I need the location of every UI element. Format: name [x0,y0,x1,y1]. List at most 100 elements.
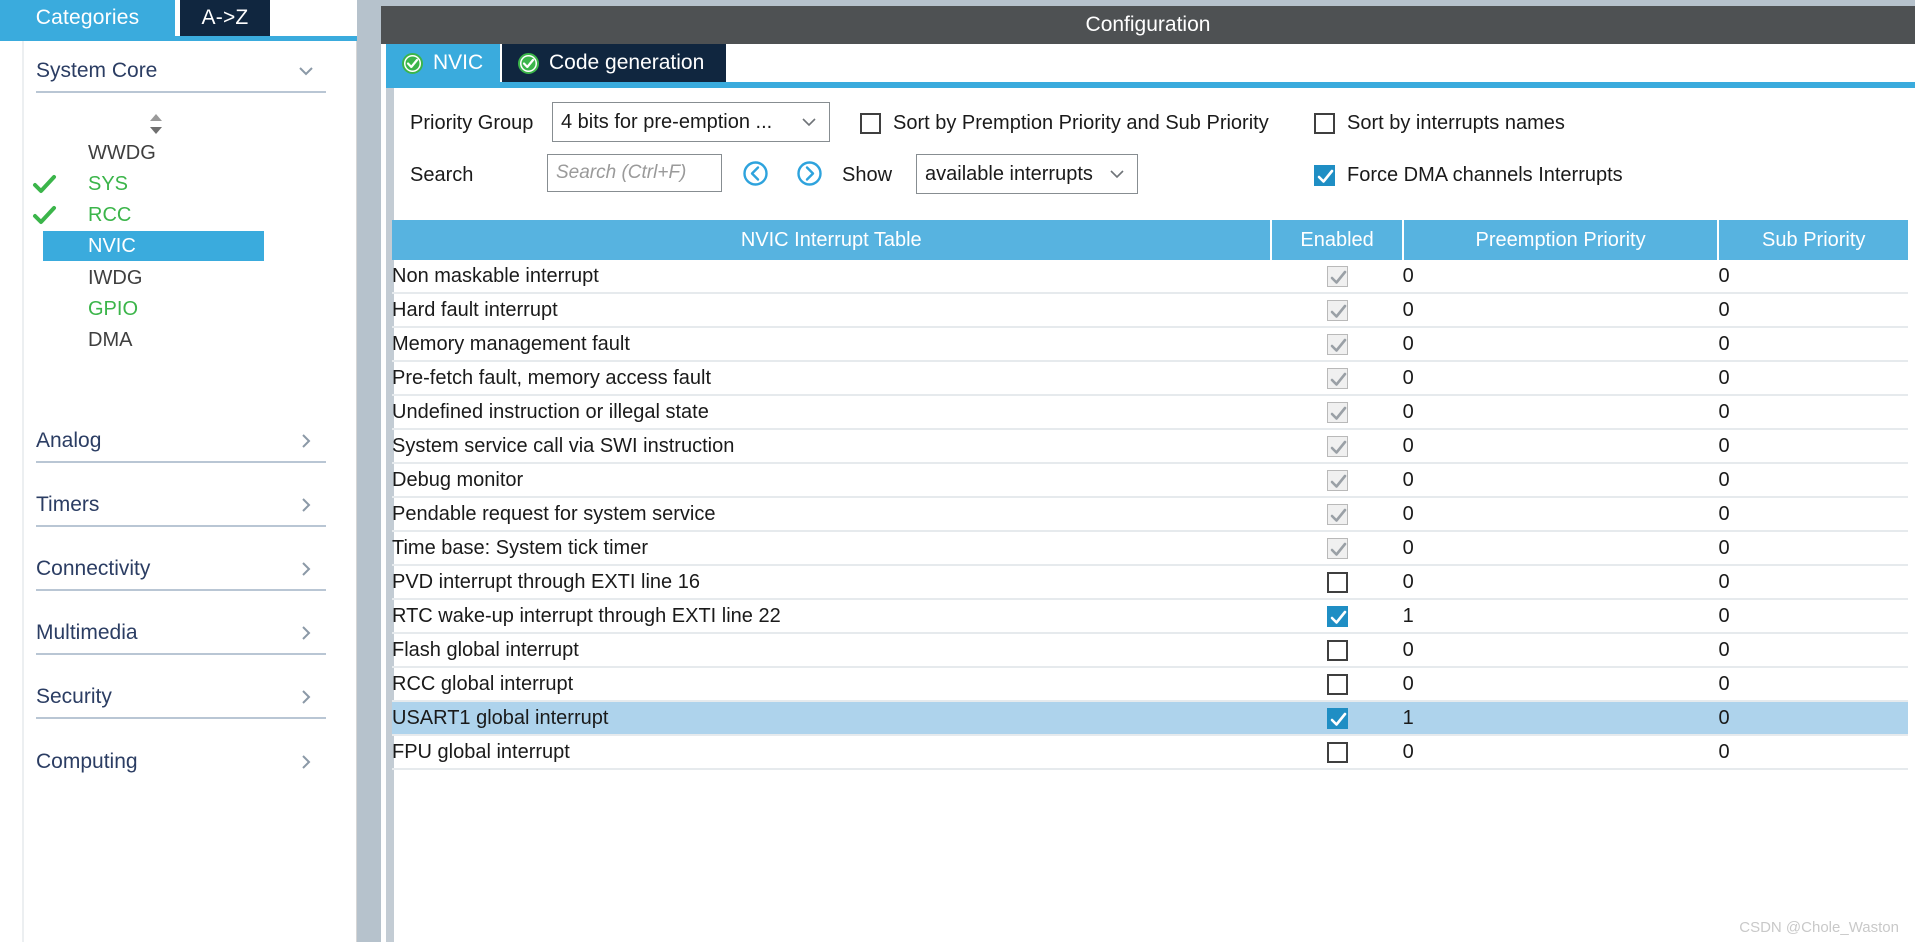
enabled-cell[interactable] [1271,293,1403,328]
sidebar-item-nvic[interactable]: NVIC [43,231,264,261]
enabled-checkbox[interactable] [1326,741,1348,763]
category-header-computing[interactable]: Computing [36,741,326,783]
enabled-cell[interactable] [1271,667,1403,702]
sort-by-interrupt-names-checkbox[interactable] [1314,113,1335,134]
preemption-priority-cell[interactable]: 0 [1402,565,1719,600]
table-row[interactable]: Undefined instruction or illegal state 0 0 [392,395,1908,430]
enabled-checkbox[interactable] [1326,265,1348,287]
enabled-checkbox[interactable] [1326,469,1348,491]
table-row[interactable]: Flash global interrupt 0 0 [392,633,1908,668]
enabled-cell[interactable] [1271,395,1403,430]
enabled-checkbox[interactable] [1326,537,1348,559]
enabled-cell[interactable] [1271,599,1403,634]
sub-priority-cell[interactable]: 0 [1718,361,1908,396]
sidebar-item-sys[interactable]: SYS [33,169,286,199]
column-header-name[interactable]: NVIC Interrupt Table [392,220,1273,260]
enabled-checkbox[interactable] [1326,367,1348,389]
enabled-cell[interactable] [1271,327,1403,362]
table-row[interactable]: USART1 global interrupt 1 0 [392,701,1908,736]
column-header-enabled[interactable]: Enabled [1271,220,1404,260]
enabled-cell[interactable] [1271,735,1403,770]
tab-code-generation[interactable]: Code generation [502,44,726,82]
enabled-cell[interactable] [1271,633,1403,668]
enabled-cell[interactable] [1271,565,1403,600]
enabled-checkbox[interactable] [1326,503,1348,525]
sidebar-item-gpio[interactable]: GPIO [36,294,286,324]
sub-priority-cell[interactable]: 0 [1718,565,1908,600]
sort-by-interrupt-names-checkbox-row[interactable]: Sort by interrupts names [1314,112,1565,135]
table-row[interactable]: Time base: System tick timer 0 0 [392,531,1908,566]
table-row[interactable]: Pendable request for system service 0 0 [392,497,1908,532]
enabled-cell[interactable] [1271,531,1403,566]
enabled-checkbox[interactable] [1326,639,1348,661]
sidebar-item-dma[interactable]: DMA [36,325,286,355]
enabled-cell[interactable] [1271,361,1403,396]
table-row[interactable]: PVD interrupt through EXTI line 16 0 0 [392,565,1908,600]
preemption-priority-cell[interactable]: 1 [1402,599,1719,634]
enabled-checkbox[interactable] [1326,435,1348,457]
preemption-priority-cell[interactable]: 0 [1402,395,1719,430]
sub-priority-cell[interactable]: 0 [1718,293,1908,328]
enabled-checkbox[interactable] [1326,571,1348,593]
category-header-multimedia[interactable]: Multimedia [36,613,326,655]
sidebar-item-wwdg[interactable]: WWDG [36,138,286,168]
enabled-cell[interactable] [1271,260,1403,294]
table-row[interactable]: FPU global interrupt 0 0 [392,735,1908,770]
table-row[interactable]: RTC wake-up interrupt through EXTI line … [392,599,1908,634]
left-scrollbar[interactable] [22,41,24,942]
show-select[interactable]: available interrupts [916,154,1138,194]
sub-priority-cell[interactable]: 0 [1718,599,1908,634]
category-header-system-core[interactable]: System Core [36,51,326,93]
search-input[interactable] [547,154,722,192]
column-header-preemption[interactable]: Preemption Priority [1402,220,1720,260]
enabled-checkbox[interactable] [1326,401,1348,423]
preemption-priority-cell[interactable]: 0 [1402,463,1719,498]
enabled-checkbox[interactable] [1326,707,1348,729]
enabled-cell[interactable] [1271,701,1403,736]
preemption-priority-cell[interactable]: 0 [1402,361,1719,396]
sidebar-item-iwdg[interactable]: IWDG [36,263,286,293]
table-row[interactable]: System service call via SWI instruction 0… [392,429,1908,464]
force-dma-checkbox[interactable] [1314,165,1335,186]
category-header-connectivity[interactable]: Connectivity [36,549,326,591]
search-next-button[interactable] [796,160,823,187]
search-previous-button[interactable] [742,160,769,187]
category-header-analog[interactable]: Analog [36,421,326,463]
preemption-priority-cell[interactable]: 0 [1402,327,1719,362]
table-row[interactable]: Pre-fetch fault, memory access fault 0 0 [392,361,1908,396]
sort-by-premption-checkbox-row[interactable]: Sort by Premption Priority and Sub Prior… [860,112,1269,135]
enabled-checkbox[interactable] [1326,299,1348,321]
table-row[interactable]: Non maskable interrupt 0 0 [392,260,1908,294]
sub-priority-cell[interactable]: 0 [1718,497,1908,532]
preemption-priority-cell[interactable]: 0 [1402,497,1719,532]
preemption-priority-cell[interactable]: 1 [1402,701,1719,736]
preemption-priority-cell[interactable]: 0 [1402,429,1719,464]
enabled-checkbox[interactable] [1326,605,1348,627]
table-row[interactable]: Debug monitor 0 0 [392,463,1908,498]
sub-priority-cell[interactable]: 0 [1718,429,1908,464]
sub-priority-cell[interactable]: 0 [1718,395,1908,430]
preemption-priority-cell[interactable]: 0 [1402,260,1719,294]
preemption-priority-cell[interactable]: 0 [1402,735,1719,770]
category-header-security[interactable]: Security [36,677,326,719]
category-header-timers[interactable]: Timers [36,485,326,527]
priority-group-select[interactable]: 4 bits for pre-emption ... [552,102,830,142]
sort-by-premption-checkbox[interactable] [860,113,881,134]
preemption-priority-cell[interactable]: 0 [1402,293,1719,328]
table-row[interactable]: Memory management fault 0 0 [392,327,1908,362]
sub-priority-cell[interactable]: 0 [1718,327,1908,362]
scroll-spinner-icon[interactable] [146,112,166,136]
enabled-cell[interactable] [1271,463,1403,498]
sub-priority-cell[interactable]: 0 [1718,463,1908,498]
tab-categories[interactable]: Categories [0,0,175,36]
sub-priority-cell[interactable]: 0 [1718,260,1908,294]
enabled-cell[interactable] [1271,497,1403,532]
enabled-cell[interactable] [1271,429,1403,464]
sidebar-item-rcc[interactable]: RCC [33,200,286,230]
enabled-checkbox[interactable] [1326,673,1348,695]
sub-priority-cell[interactable]: 0 [1718,667,1908,702]
sub-priority-cell[interactable]: 0 [1718,701,1908,736]
tab-a-to-z[interactable]: A->Z [180,0,270,36]
sub-priority-cell[interactable]: 0 [1718,633,1908,668]
sub-priority-cell[interactable]: 0 [1718,531,1908,566]
